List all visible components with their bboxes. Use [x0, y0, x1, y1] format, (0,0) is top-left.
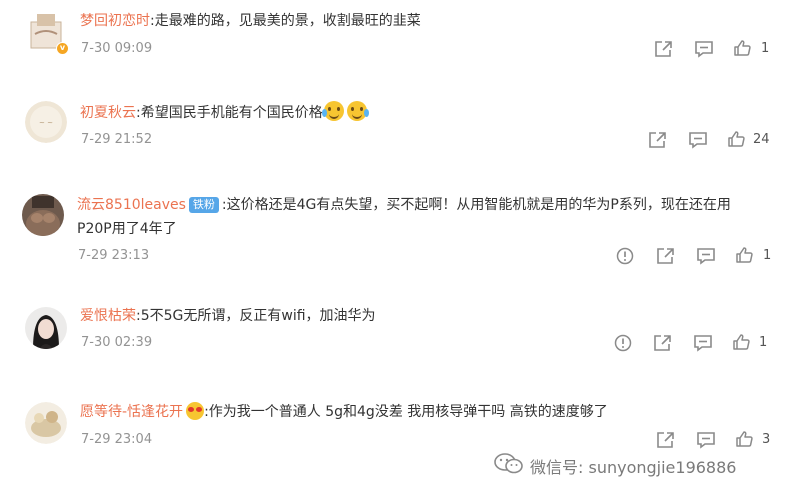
avatar[interactable] [25, 402, 67, 444]
wechat-watermark: 微信号: sunyongjie196886 [494, 453, 737, 479]
comment-icon[interactable] [696, 431, 716, 449]
heart-eyes-emoji-icon [186, 402, 205, 420]
comment-body: 愿等待-恬逢花开 :作为我一个普通人 5g和4g没差 我用核导弹干吗 高铁的速度够… [80, 400, 608, 424]
wechat-icon [494, 453, 530, 479]
share-icon[interactable] [656, 431, 676, 449]
thumbs-up-icon[interactable] [735, 430, 753, 448]
comment-item: 愿等待-恬逢花开 :作为我一个普通人 5g和4g没差 我用核导弹干吗 高铁的速度够… [0, 0, 800, 460]
comment-time: 7-29 23:04 [81, 432, 153, 447]
like-count: 3 [762, 432, 771, 447]
watermark-text: 微信号: sunyongjie196886 [530, 458, 737, 477]
comment-username[interactable]: 愿等待-恬逢花开 [80, 404, 183, 420]
comment-text: :作为我一个普通人 5g和4g没差 我用核导弹干吗 高铁的速度够了 [204, 404, 608, 420]
